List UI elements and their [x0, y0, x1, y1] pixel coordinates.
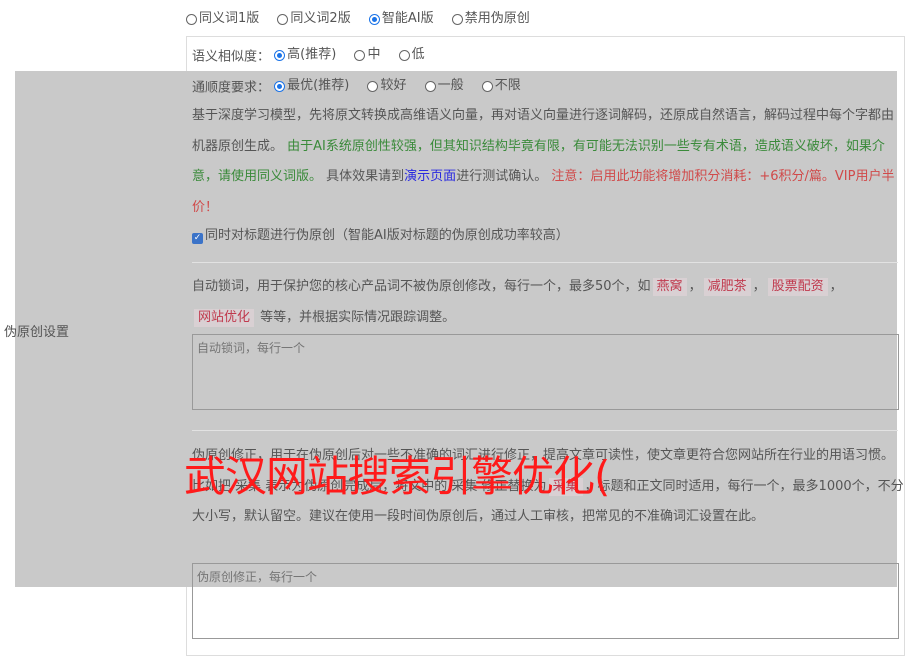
watermark-text: 武汉网站搜索引擎优化( [184, 452, 610, 501]
radio-icon [481, 80, 493, 92]
title-checkbox-row[interactable]: ✓ 同时对标题进行伪原创（智能AI版对标题的伪原创成功率较高） [192, 227, 569, 245]
lock-words-input[interactable] [192, 334, 899, 410]
correction-input[interactable] [192, 563, 899, 639]
radio-icon [186, 13, 197, 25]
radio-icon [277, 13, 289, 25]
radio-synonym-v1[interactable]: 同义词1版 [186, 10, 259, 28]
radio-fluency-normal[interactable]: 一般 [424, 77, 464, 95]
tag-example: 股票配资 [767, 278, 828, 296]
tag-example: 网站优化 [194, 308, 255, 327]
radio-icon [398, 49, 410, 61]
divider [192, 262, 898, 263]
divider [192, 430, 898, 431]
checkbox-checked-icon[interactable]: ✓ [192, 233, 203, 244]
radio-fluency-good[interactable]: 较好 [367, 77, 406, 95]
radio-checked-icon [368, 13, 380, 25]
radio-similarity-low[interactable]: 低 [398, 46, 425, 64]
version-radio-group: 同义词1版 同义词2版 智能AI版 禁用伪原创 [186, 10, 544, 31]
similarity-label: 语义相似度： [192, 49, 271, 65]
radio-similarity-high[interactable]: 高(推荐) [274, 46, 336, 64]
radio-icon [424, 80, 436, 92]
fluency-label: 通顺度要求： [192, 80, 271, 96]
radio-icon [451, 13, 463, 25]
ai-description: 基于深度学习模型，先将原文转换成高维语义向量，再对语义向量进行逐词解码，还原成自… [192, 108, 895, 215]
tag-example: 减肥茶 [703, 278, 751, 296]
radio-fluency-best[interactable]: 最优(推荐) [274, 77, 349, 95]
radio-similarity-mid[interactable]: 中 [354, 46, 380, 64]
side-label: 伪原创设置 [4, 325, 70, 340]
lock-words-description: 自动锁词，用于保护您的核心产品词不被伪原创修改，每行一个，最多50个，如 燕窝，减… [192, 278, 843, 327]
radio-disable[interactable]: 禁用伪原创 [451, 10, 530, 28]
radio-fluency-any[interactable]: 不限 [481, 77, 521, 95]
fluency-row: 通顺度要求： 最优(推荐) 较好 一般 不限 [192, 77, 535, 98]
radio-synonym-v2[interactable]: 同义词2版 [277, 10, 351, 28]
radio-smart-ai[interactable]: 智能AI版 [368, 10, 434, 28]
radio-checked-icon [274, 80, 286, 92]
radio-checked-icon [274, 49, 286, 61]
demo-link[interactable]: 演示页面 [404, 169, 456, 184]
radio-icon [367, 80, 379, 92]
similarity-row: 语义相似度： 高(推荐) 中 低 [192, 46, 439, 67]
tag-example: 燕窝 [652, 278, 687, 296]
radio-icon [354, 49, 366, 61]
